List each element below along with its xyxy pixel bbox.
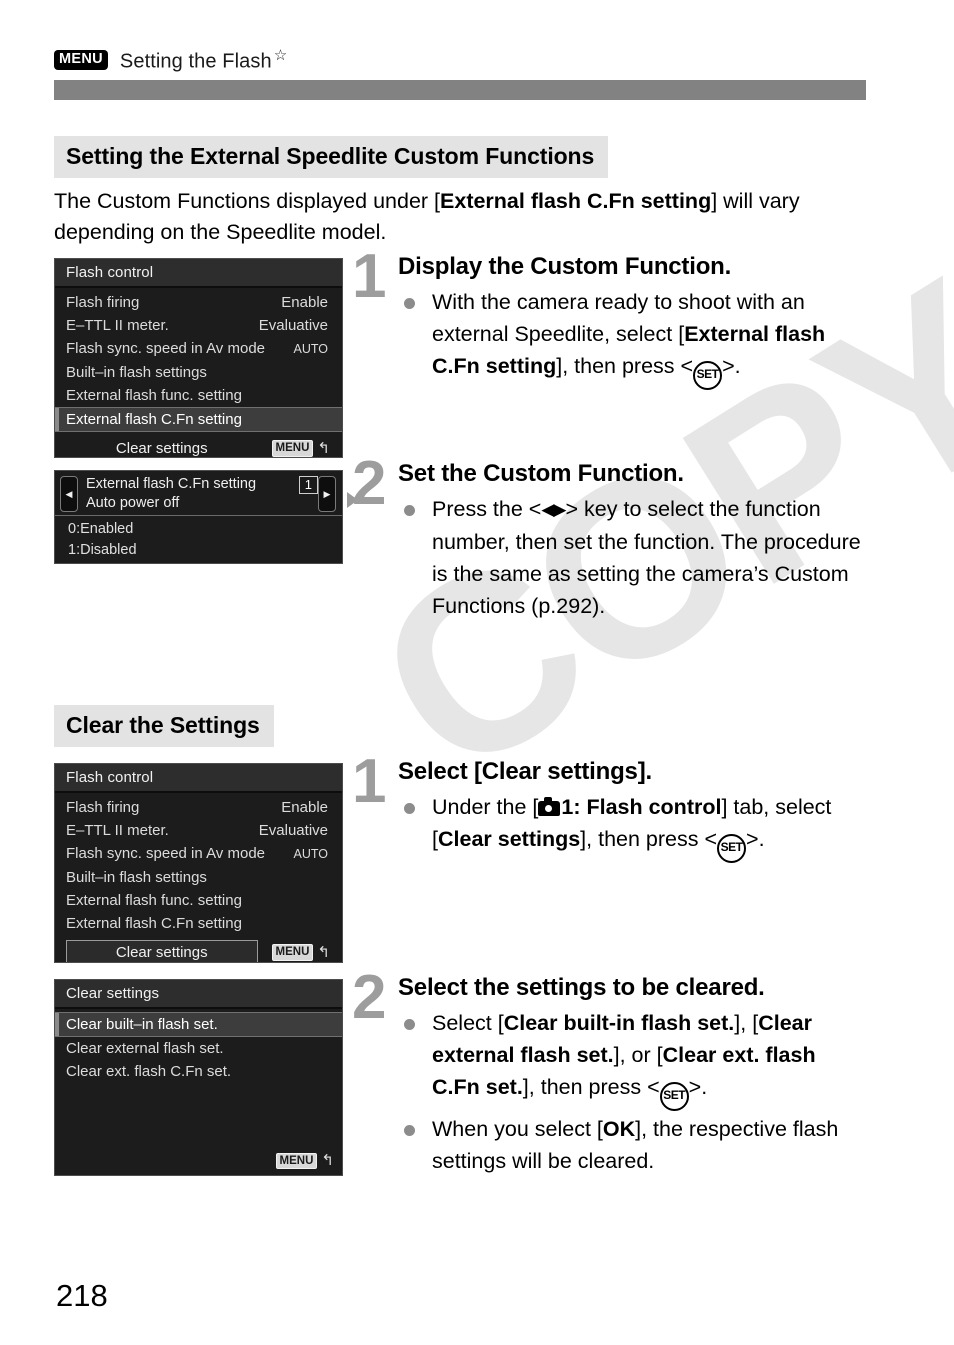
cfn-option[interactable]: 1:Disabled [55,540,342,561]
screen-footer: Clear settings MENU ↰ [55,937,342,962]
step-select-settings-to-clear: 2 Select the settings to be cleared. Sel… [352,967,862,1179]
menu-row-selected[interactable]: Clear built–in flash set. [55,1012,342,1037]
menu-row[interactable]: Flash sync. speed in Av mode AUTO [55,842,342,866]
section-heading-external-cfn: Setting the External Speedlite Custom Fu… [54,136,609,178]
cfn-option-list: 0:Enabled 1:Disabled [55,516,342,561]
step-number: 1 [352,747,387,816]
cfn-titles: External flash C.Fn setting Auto power o… [78,475,299,513]
page-header: MENU Setting the Flash ☆ [54,46,287,74]
screen-footer: MENU ↰ [271,1151,338,1171]
bullet-item: With the camera ready to shoot with an e… [398,286,862,390]
screen-title: Flash control [55,259,342,288]
bullet-item: When you select [OK], the respective fla… [398,1113,862,1177]
cfn-function-number: 1 [298,476,318,494]
cfn-function-name: Auto power off [86,495,180,511]
left-arrow-icon[interactable]: ◀ [60,476,78,512]
bullet-dot-icon [404,505,415,516]
step-select-clear-settings: 1 Select [Clear settings]. Under the [1:… [352,751,862,865]
step-set-custom-function: 2 Set the Custom Function. Press the <◀▶… [352,453,862,624]
return-arrow-icon: ↰ [317,944,330,961]
page-title: Setting the Flash ☆ [119,47,288,73]
bullet-dot-icon [404,298,415,309]
bullet-item: Press the <◀▶> key to select the functio… [398,493,862,622]
header-rule [54,80,866,100]
star-icon: ☆ [273,47,288,65]
step-heading: Display the Custom Function. [398,253,732,280]
menu-row[interactable]: E–TTL II meter. Evaluative [55,314,342,337]
manual-page: MENU Setting the Flash ☆ Setting the Exte… [0,0,954,1345]
screen-menu-list: Flash firing Enable E–TTL II meter. Evalua… [55,793,342,935]
menu-badge-icon: MENU [54,50,108,70]
menu-row[interactable]: E–TTL II meter. Evaluative [55,819,342,842]
cfn-screen-title: External flash C.Fn setting [86,476,257,492]
bullet-dot-icon [404,1125,415,1136]
menu-row[interactable]: External flash func. setting [55,384,342,407]
menu-row[interactable]: Flash firing Enable [55,796,342,819]
set-button-icon: SET [693,361,723,390]
camera-screen-flash-control-1: Flash control Flash firing Enable E–TTL I… [54,258,343,458]
menu-row[interactable]: Clear ext. flash C.Fn set. [55,1060,342,1083]
step-display-custom-function: 1 Display the Custom Function. With the … [352,246,862,392]
step-heading: Select the settings to be cleared. [398,974,765,1001]
screen-menu-list: Clear built–in flash set. Clear external… [55,1009,342,1083]
menu-row[interactable]: External flash C.Fn setting [55,912,342,935]
cfn-header: ◀ External flash C.Fn setting Auto power… [55,471,342,516]
camera-screen-flash-control-2: Flash control Flash firing Enable E–TTL I… [54,763,343,963]
screen-title: Flash control [55,764,342,793]
screen-menu-list: Flash firing Enable E–TTL II meter. Evalua… [55,288,342,432]
bullet-dot-icon [404,803,415,814]
menu-badge-icon: MENU [275,1152,318,1169]
menu-return-icon[interactable]: MENU ↰ [267,943,334,962]
camera-screen-cfn-setting: ◀ External flash C.Fn setting Auto power… [54,470,343,564]
clear-settings-button[interactable]: Clear settings [66,437,258,457]
step-bullets: Under the [1: Flash control] tab, select… [398,791,862,863]
section-heading-clear-settings: Clear the Settings [54,705,274,747]
step-number: 1 [352,242,387,311]
step-bullets: With the camera ready to shoot with an e… [398,286,862,390]
menu-return-icon[interactable]: MENU ↰ [271,1151,338,1171]
step-heading: Set the Custom Function. [398,460,684,487]
menu-row[interactable]: Clear external flash set. [55,1037,342,1060]
menu-row-selected[interactable]: External flash C.Fn setting [55,407,342,432]
menu-return-icon[interactable]: MENU ↰ [267,439,334,457]
return-arrow-icon: ↰ [321,1152,334,1170]
intro-bold-term: External flash C.Fn setting [440,189,712,213]
menu-row[interactable]: Built–in flash settings [55,866,342,889]
return-arrow-icon: ↰ [317,440,330,457]
clear-settings-button-selected[interactable]: Clear settings [66,940,258,962]
screen-title: Clear settings [55,980,342,1009]
menu-row[interactable]: Flash firing Enable [55,291,342,314]
page-number: 218 [56,1278,108,1313]
bullet-item: Select [Clear built-in flash set.], [Cle… [398,1007,862,1111]
set-button-icon: SET [717,834,747,863]
step-bullets: Press the <◀▶> key to select the functio… [398,493,862,622]
bullet-dot-icon [404,1019,415,1030]
menu-badge-icon: MENU [271,440,314,457]
cfn-option[interactable]: 0:Enabled [55,519,342,540]
camera-tab-icon [538,797,561,816]
menu-badge-icon: MENU [271,944,314,961]
step-heading: Select [Clear settings]. [398,758,652,785]
left-right-arrow-keys-icon: ◀▶ [541,500,566,519]
menu-row[interactable]: Flash sync. speed in Av mode AUTO [55,337,342,361]
camera-screen-clear-settings: Clear settings Clear built–in flash set.… [54,979,343,1176]
step-number: 2 [352,449,387,518]
menu-row[interactable]: External flash func. setting [55,889,342,912]
intro-paragraph: The Custom Functions displayed under [Ex… [54,189,800,244]
bullet-item: Under the [1: Flash control] tab, select… [398,791,862,863]
menu-row[interactable]: Built–in flash settings [55,361,342,384]
step-number: 2 [352,963,387,1032]
right-arrow-icon[interactable]: ▶ [318,476,336,512]
step-bullets: Select [Clear built-in flash set.], [Cle… [398,1007,862,1177]
screen-footer: Clear settings MENU ↰ [55,434,342,457]
set-button-icon: SET [659,1082,689,1111]
